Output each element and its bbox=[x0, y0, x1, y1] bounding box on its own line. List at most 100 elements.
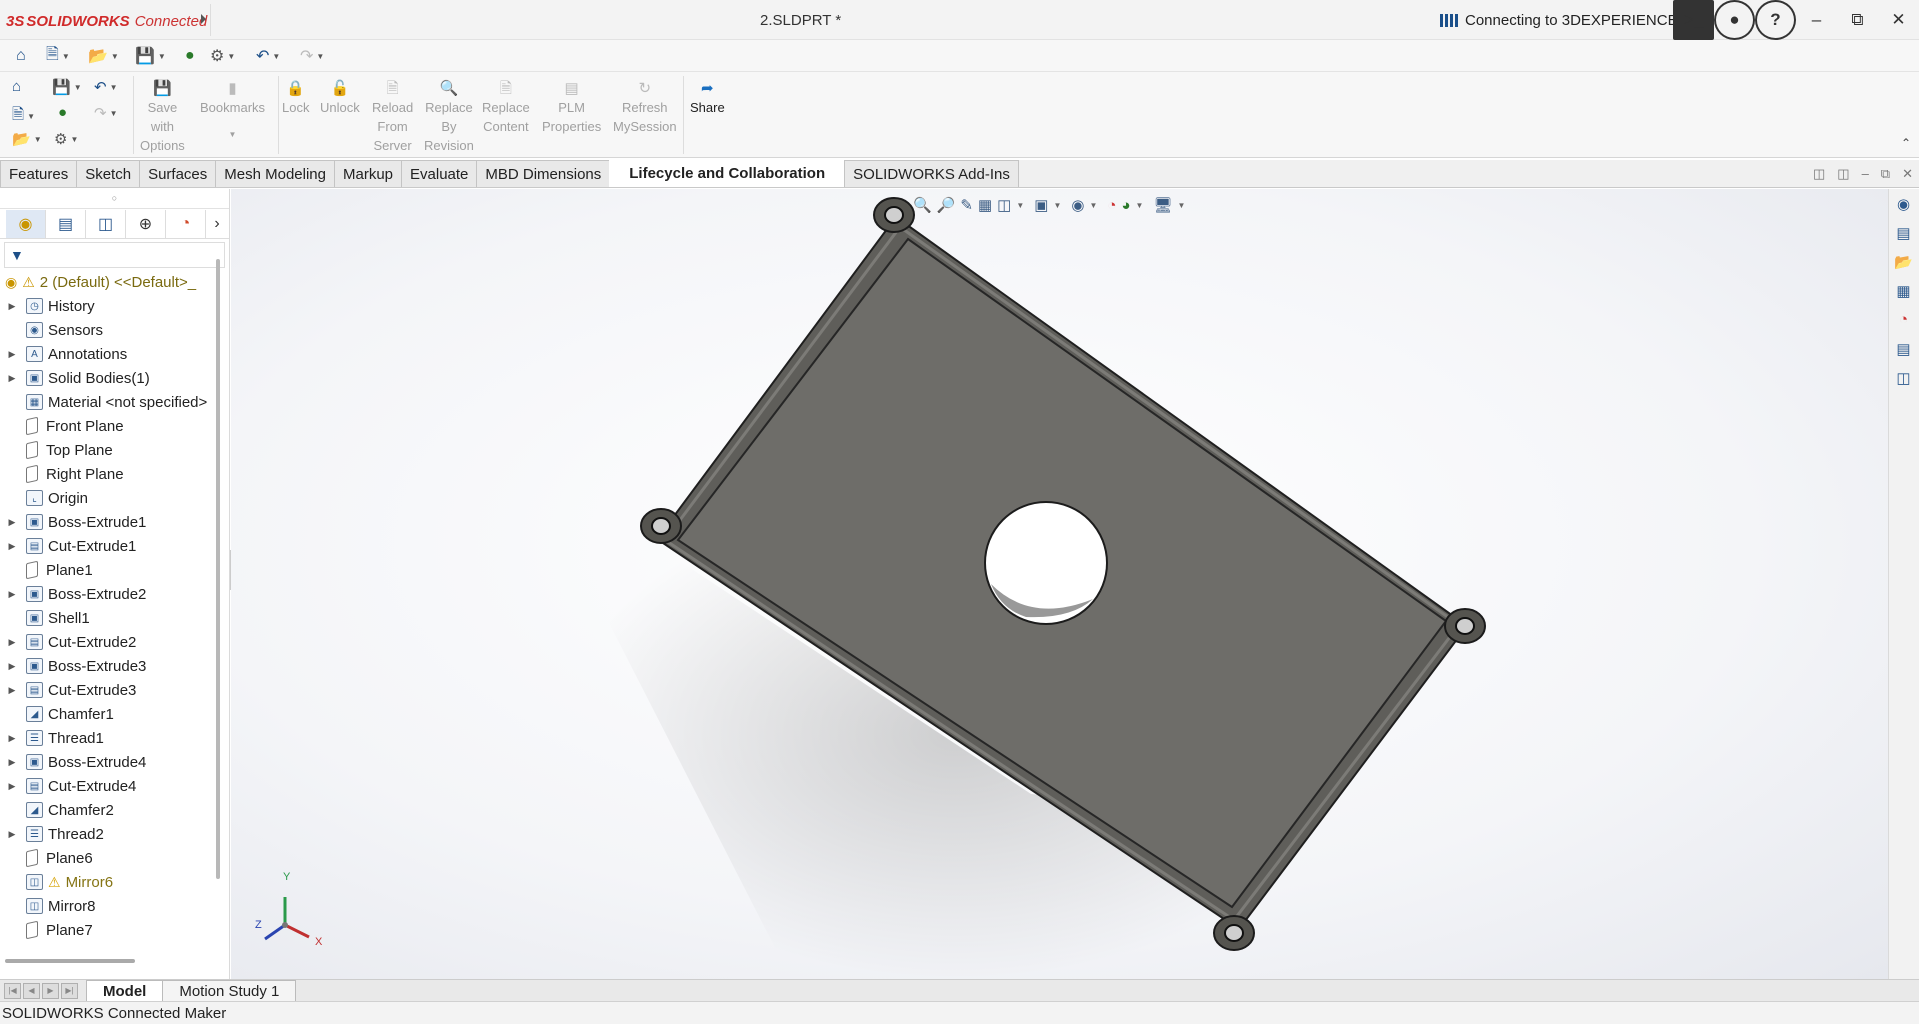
chevron-down-icon[interactable]: ▼ bbox=[229, 125, 237, 144]
expand-arrow-icon[interactable]: ▶ bbox=[5, 373, 19, 384]
redo-icon[interactable]: ↷ ▼ bbox=[300, 46, 324, 66]
expand-arrow-icon[interactable]: ▶ bbox=[5, 301, 19, 312]
graphics-area[interactable]: Y X Z bbox=[231, 189, 1888, 979]
save-with-options-button[interactable]: 💾 Save with Options bbox=[140, 78, 185, 155]
tab-evaluate[interactable]: Evaluate bbox=[401, 160, 478, 187]
feature-manager-tab-icon[interactable]: ◉ bbox=[6, 209, 46, 238]
collapse-ribbon-icon[interactable]: ⌃ bbox=[1901, 136, 1911, 150]
replace-by-revision-button[interactable]: 🔍 Replace By Revision bbox=[424, 78, 474, 155]
expand-arrow-icon[interactable]: ▶ bbox=[5, 829, 19, 840]
chevron-right-icon[interactable]: › bbox=[206, 210, 228, 238]
solidworks-resources-icon[interactable]: ◉ bbox=[1889, 189, 1918, 218]
tree-node[interactable]: ▶ ▤ Cut-Extrude3 bbox=[0, 678, 210, 702]
menu-expand-icon[interactable] bbox=[201, 14, 206, 24]
tree-node[interactable]: Top Plane bbox=[0, 438, 210, 462]
restore-icon[interactable]: ⧉ bbox=[1837, 0, 1878, 40]
home-icon[interactable]: ⌂ bbox=[12, 78, 21, 95]
apply-scene-icon[interactable]: ◕ bbox=[1121, 197, 1130, 214]
new-icon[interactable]: 🗎 ▼ bbox=[12, 104, 35, 129]
design-library-icon[interactable]: ▤ bbox=[1889, 218, 1918, 247]
tab-lifecycle-collaboration[interactable]: Lifecycle and Collaboration bbox=[609, 160, 846, 187]
solidworks-logo[interactable]: 3S SOLIDWORKS Connected bbox=[6, 10, 207, 32]
display-style-icon[interactable]: ▣ bbox=[1034, 196, 1048, 214]
tree-node[interactable]: ▦ Material <not specified> bbox=[0, 390, 210, 414]
plm-properties-button[interactable]: ▤ PLM Properties bbox=[542, 78, 601, 136]
bookmarks-button[interactable]: ▮ Bookmarks ▼ bbox=[200, 78, 265, 144]
section-view-icon[interactable]: ▦ bbox=[978, 196, 992, 214]
share-button[interactable]: ➦ Share bbox=[690, 78, 725, 117]
help-icon[interactable]: ? bbox=[1755, 0, 1796, 40]
tile-left-icon[interactable]: ◫ bbox=[1813, 166, 1825, 182]
redo-icon[interactable]: ↷ ▼ bbox=[94, 104, 118, 122]
configuration-manager-tab-icon[interactable]: ◫ bbox=[86, 209, 126, 238]
display-manager-tab-icon[interactable]: ◔ bbox=[166, 209, 206, 238]
expand-arrow-icon[interactable]: ▶ bbox=[5, 781, 19, 792]
tree-node[interactable]: ▶ ▣ Boss-Extrude1 bbox=[0, 510, 210, 534]
tree-node[interactable]: ▶ ▣ Solid Bodies(1) bbox=[0, 366, 210, 390]
new-icon[interactable]: 🗎 ▼ bbox=[46, 46, 70, 66]
view-orientation-icon[interactable]: ◫ bbox=[997, 196, 1011, 214]
tree-node[interactable]: ▣ Shell1 bbox=[0, 606, 210, 630]
expand-arrow-icon[interactable]: ▶ bbox=[5, 661, 19, 672]
tree-node[interactable]: ▶ ☰ Thread1 bbox=[0, 726, 210, 750]
tab-mesh-modeling[interactable]: Mesh Modeling bbox=[215, 160, 335, 187]
tree-node[interactable]: ▶ ◷ History bbox=[0, 294, 210, 318]
options-icon[interactable]: ⚙ ▼ bbox=[210, 46, 235, 66]
expand-arrow-icon[interactable]: ▶ bbox=[5, 637, 19, 648]
lock-button[interactable]: 🔒 Lock bbox=[282, 78, 309, 117]
first-tab-icon[interactable]: |◀ bbox=[4, 982, 21, 999]
account-icon[interactable]: ● bbox=[1714, 0, 1755, 40]
connection-status[interactable]: Connecting to 3DEXPERIENCE... bbox=[1440, 12, 1690, 29]
tab-model[interactable]: Model bbox=[86, 980, 164, 1001]
tree-node[interactable]: Right Plane bbox=[0, 462, 210, 486]
tab-mbd-dimensions[interactable]: MBD Dimensions bbox=[476, 160, 611, 187]
tree-node[interactable]: ▶ ▤ Cut-Extrude4 bbox=[0, 774, 210, 798]
prev-tab-icon[interactable]: ◀ bbox=[23, 982, 40, 999]
tab-markup[interactable]: Markup bbox=[333, 160, 403, 187]
tree-node[interactable]: ◢ Chamfer2 bbox=[0, 798, 210, 822]
3dexperience-icon[interactable]: ◫ bbox=[1889, 363, 1918, 392]
terminal-icon[interactable]: >_ bbox=[1673, 0, 1714, 40]
view-palette-icon[interactable]: ▦ bbox=[1889, 276, 1918, 305]
tree-node[interactable]: ▶ ▤ Cut-Extrude1 bbox=[0, 534, 210, 558]
custom-properties-icon[interactable]: ▤ bbox=[1889, 334, 1918, 363]
tree-node[interactable]: ▶ ▣ Boss-Extrude2 bbox=[0, 582, 210, 606]
expand-arrow-icon[interactable]: ▶ bbox=[5, 733, 19, 744]
tile-right-icon[interactable]: ◫ bbox=[1837, 166, 1849, 182]
rebuild-icon[interactable]: ● bbox=[58, 104, 67, 121]
dimxpert-tab-icon[interactable]: ⊕ bbox=[126, 209, 166, 238]
minimize-icon[interactable]: – bbox=[1796, 0, 1837, 40]
tree-node[interactable]: ▶ ▤ Cut-Extrude2 bbox=[0, 630, 210, 654]
file-explorer-icon[interactable]: 📂 bbox=[1889, 247, 1918, 276]
tree-node[interactable]: ◫ Mirror8 bbox=[0, 894, 210, 918]
refresh-mysession-button[interactable]: ↻ Refresh MySession bbox=[613, 78, 677, 136]
expand-arrow-icon[interactable]: ▶ bbox=[5, 541, 19, 552]
tree-node[interactable]: ▶ ☰ Thread2 bbox=[0, 822, 210, 846]
previous-view-icon[interactable]: ✎ bbox=[960, 196, 973, 214]
vertical-scrollbar[interactable] bbox=[216, 259, 220, 879]
property-manager-tab-icon[interactable]: ▤ bbox=[46, 209, 86, 238]
edit-appearance-icon[interactable]: ◔ bbox=[1107, 197, 1116, 214]
tab-motion-study-1[interactable]: Motion Study 1 bbox=[162, 980, 297, 1001]
undo-icon[interactable]: ↶ ▼ bbox=[256, 46, 280, 66]
doc-restore-icon[interactable]: ⧉ bbox=[1881, 166, 1890, 182]
rebuild-icon[interactable]: ● bbox=[185, 46, 195, 66]
tree-node[interactable]: ◢ Chamfer1 bbox=[0, 702, 210, 726]
open-icon[interactable]: 📂 ▼ bbox=[88, 46, 119, 66]
save-icon[interactable]: 💾 ▼ bbox=[52, 78, 82, 96]
horizontal-scrollbar[interactable] bbox=[5, 959, 135, 963]
tree-node[interactable]: Plane6 bbox=[0, 846, 210, 870]
tab-surfaces[interactable]: Surfaces bbox=[139, 160, 217, 187]
doc-close-icon[interactable]: ✕ bbox=[1902, 166, 1913, 182]
tree-node[interactable]: ◉ Sensors bbox=[0, 318, 210, 342]
panel-drag-handle[interactable]: ○ bbox=[0, 189, 229, 209]
unlock-button[interactable]: 🔓 Unlock bbox=[320, 78, 360, 117]
expand-arrow-icon[interactable]: ▶ bbox=[5, 349, 19, 360]
tree-node[interactable]: ◫ ⚠ Mirror6 bbox=[0, 870, 210, 894]
appearances-icon[interactable]: ◔ bbox=[1889, 305, 1918, 334]
tab-features[interactable]: Features bbox=[0, 160, 78, 187]
tree-node[interactable]: ▶ A Annotations bbox=[0, 342, 210, 366]
hide-show-items-icon[interactable]: ◉ bbox=[1071, 196, 1084, 214]
tree-node[interactable]: Plane7 bbox=[0, 918, 210, 942]
part-model-view[interactable]: Y X Z bbox=[231, 189, 1888, 979]
